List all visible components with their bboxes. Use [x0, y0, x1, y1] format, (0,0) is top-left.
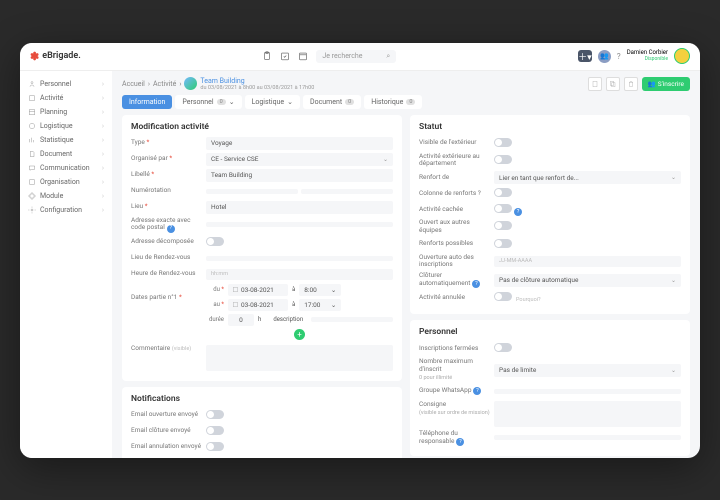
logo-text: eeBrigadeBrigade. — [42, 51, 81, 61]
notifications-icon[interactable]: 👥 — [598, 50, 611, 63]
time-to-select[interactable]: 17:00⌄ — [299, 299, 341, 311]
help-icon[interactable]: ? — [617, 52, 621, 61]
annulee-toggle[interactable] — [494, 292, 512, 301]
libelle-input[interactable]: Team Building — [206, 169, 393, 182]
clipboard-icon[interactable] — [262, 51, 272, 61]
sidebar-item-statistique[interactable]: Statistique› — [20, 133, 112, 147]
renforts-possibles-toggle[interactable] — [494, 239, 512, 248]
card-title: Statut — [419, 122, 681, 132]
copy-icon-button[interactable] — [606, 77, 620, 91]
help-icon[interactable]: ? — [514, 208, 522, 216]
date-from-input[interactable]: 03-08-2021 — [228, 284, 288, 296]
max-inscrit-select[interactable]: Pas de limite⌄ — [494, 364, 681, 377]
organised-by-select[interactable]: CE - Service CSE⌄ — [206, 153, 393, 166]
page-title: Team Building — [200, 77, 314, 85]
time-from-select[interactable]: 8:00⌄ — [299, 284, 341, 296]
colonne-toggle[interactable] — [494, 188, 512, 197]
duree-input[interactable]: 0 — [228, 314, 254, 326]
visible-toggle[interactable] — [494, 138, 512, 147]
exterieur-toggle[interactable] — [494, 155, 512, 164]
cloture-select[interactable]: Pas de clôture automatique⌄ — [494, 274, 681, 287]
tabs: Information Personnel0⌄ Logistique⌄ Docu… — [122, 95, 690, 109]
sidebar-item-activite[interactable]: Activité› — [20, 91, 112, 105]
card-personnel: Personnel Inscriptions fermées Nombre ma… — [410, 320, 690, 455]
card-modification: Modification activité Type *Voyage Organ… — [122, 115, 402, 381]
logo-icon: ✽ — [30, 50, 39, 63]
type-select[interactable]: Voyage — [206, 137, 393, 150]
sidebar-item-planning[interactable]: Planning› — [20, 105, 112, 119]
ouvert-toggle[interactable] — [494, 221, 512, 230]
topbar: ✽ eeBrigadeBrigade. Je recherche ⌕ ＋▾ 👥 … — [20, 43, 700, 71]
email-annulation-toggle[interactable] — [206, 442, 224, 451]
search-icon: ⌕ — [386, 52, 390, 61]
tab-historique[interactable]: Historique0 — [364, 95, 422, 109]
whatsapp-input[interactable] — [494, 389, 681, 394]
tab-personnel[interactable]: Personnel0⌄ — [175, 95, 241, 109]
activity-avatar — [184, 77, 197, 90]
help-icon[interactable]: ? — [456, 438, 464, 446]
search-input[interactable]: Je recherche ⌕ — [316, 50, 396, 63]
lieu-input[interactable]: Hotel — [206, 201, 393, 214]
rdv-input[interactable] — [206, 256, 393, 261]
numerotation-input-2[interactable] — [301, 189, 393, 194]
heure-rdv-input[interactable]: hh:mm — [206, 269, 393, 280]
tab-document[interactable]: Document0 — [303, 95, 361, 109]
delete-icon-button[interactable] — [624, 77, 638, 91]
cachee-toggle[interactable] — [494, 204, 512, 213]
date-to-input[interactable]: 03-08-2021 — [228, 299, 288, 311]
tab-information[interactable]: Information — [122, 95, 172, 109]
description-input[interactable] — [311, 317, 393, 322]
sidebar-item-personnel[interactable]: Personnel› — [20, 77, 112, 91]
avatar[interactable] — [674, 48, 690, 64]
card-title: Personnel — [419, 327, 681, 337]
auto-open-input[interactable]: JJ-MM-AAAA — [494, 256, 681, 267]
doc-icon-button[interactable] — [588, 77, 602, 91]
sidebar-item-module[interactable]: Module› — [20, 189, 112, 203]
user-menu[interactable]: Damien Corbier Disponible — [627, 50, 668, 62]
consigne-textarea[interactable] — [494, 401, 681, 427]
renfort-select[interactable]: Lier en tant que renfort de...⌄ — [494, 171, 681, 184]
sidebar-item-communication[interactable]: Communication› — [20, 161, 112, 175]
card-statut: Statut Visible de l'extérieur Activité e… — [410, 115, 690, 315]
sidebar: Personnel› Activité› Planning› Logistiqu… — [20, 71, 112, 458]
calendar-icon[interactable] — [298, 51, 308, 61]
help-icon[interactable]: ? — [473, 387, 481, 395]
adresse-decomposee-toggle[interactable] — [206, 237, 224, 246]
sidebar-item-organisation[interactable]: Organisation› — [20, 175, 112, 189]
numerotation-input-1[interactable] — [206, 189, 298, 194]
card-notifications: Notifications Email ouverture envoyé Ema… — [122, 387, 402, 458]
telephone-input[interactable] — [494, 435, 681, 440]
card-title: Notifications — [131, 394, 393, 404]
add-button[interactable]: ＋▾ — [578, 50, 592, 62]
email-cloture-toggle[interactable] — [206, 426, 224, 435]
calendar-check-icon[interactable] — [280, 51, 290, 61]
breadcrumb: Accueil› Activité› Team Building du 03/0… — [122, 77, 314, 91]
sidebar-item-logistique[interactable]: Logistique› — [20, 119, 112, 133]
help-icon[interactable]: ? — [167, 225, 175, 233]
inscriptions-fermees-toggle[interactable] — [494, 343, 512, 352]
app-logo[interactable]: ✽ eeBrigadeBrigade. — [30, 50, 81, 63]
email-ouverture-toggle[interactable] — [206, 410, 224, 419]
card-title: Modification activité — [131, 122, 393, 132]
sidebar-item-document[interactable]: Document› — [20, 147, 112, 161]
add-date-button[interactable]: + — [294, 329, 305, 340]
adresse-input[interactable] — [206, 222, 393, 227]
signup-button[interactable]: 👥S'inscrire — [642, 77, 690, 91]
sidebar-item-configuration[interactable]: Configuration› — [20, 203, 112, 217]
tab-logistique[interactable]: Logistique⌄ — [245, 95, 300, 109]
commentaire-textarea[interactable] — [206, 345, 393, 371]
help-icon[interactable]: ? — [472, 280, 480, 288]
